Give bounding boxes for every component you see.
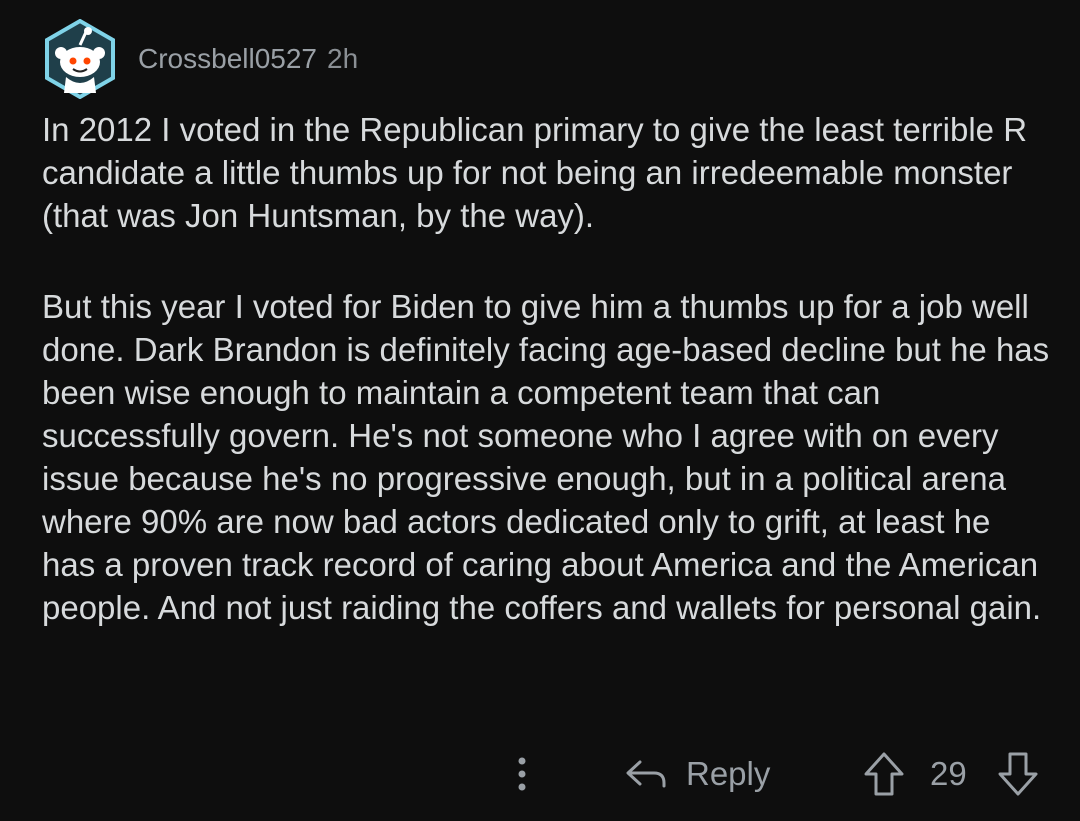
vote-score: 29 <box>930 755 967 792</box>
more-options-icon <box>518 757 526 791</box>
downvote-arrow-icon <box>998 752 1038 796</box>
comment-meta: Crossbell0527 2h <box>138 43 358 75</box>
comment-actions: Reply 29 <box>0 748 1080 800</box>
comment-paragraph: But this year I voted for Biden to give … <box>42 288 1050 626</box>
reply-label: Reply <box>686 755 771 792</box>
reply-button[interactable]: Reply <box>624 748 770 800</box>
comment-body: In 2012 I voted in the Republican primar… <box>42 108 1052 629</box>
comment-paragraph: In 2012 I voted in the Republican primar… <box>42 111 1028 234</box>
reply-arrow-icon <box>626 760 666 788</box>
downvote-button[interactable] <box>996 750 1040 798</box>
more-options-button[interactable] <box>505 748 539 800</box>
reddit-snoo-avatar-icon <box>45 19 115 99</box>
comment-timestamp: 2h <box>327 43 359 74</box>
upvote-button[interactable] <box>862 750 906 798</box>
comment: Crossbell0527 2h In 2012 I voted in the … <box>0 0 1080 821</box>
comment-header: Crossbell0527 2h <box>40 14 358 104</box>
upvote-arrow-icon <box>864 752 904 796</box>
author-name[interactable]: Crossbell0527 <box>138 43 317 75</box>
avatar[interactable] <box>40 19 120 99</box>
